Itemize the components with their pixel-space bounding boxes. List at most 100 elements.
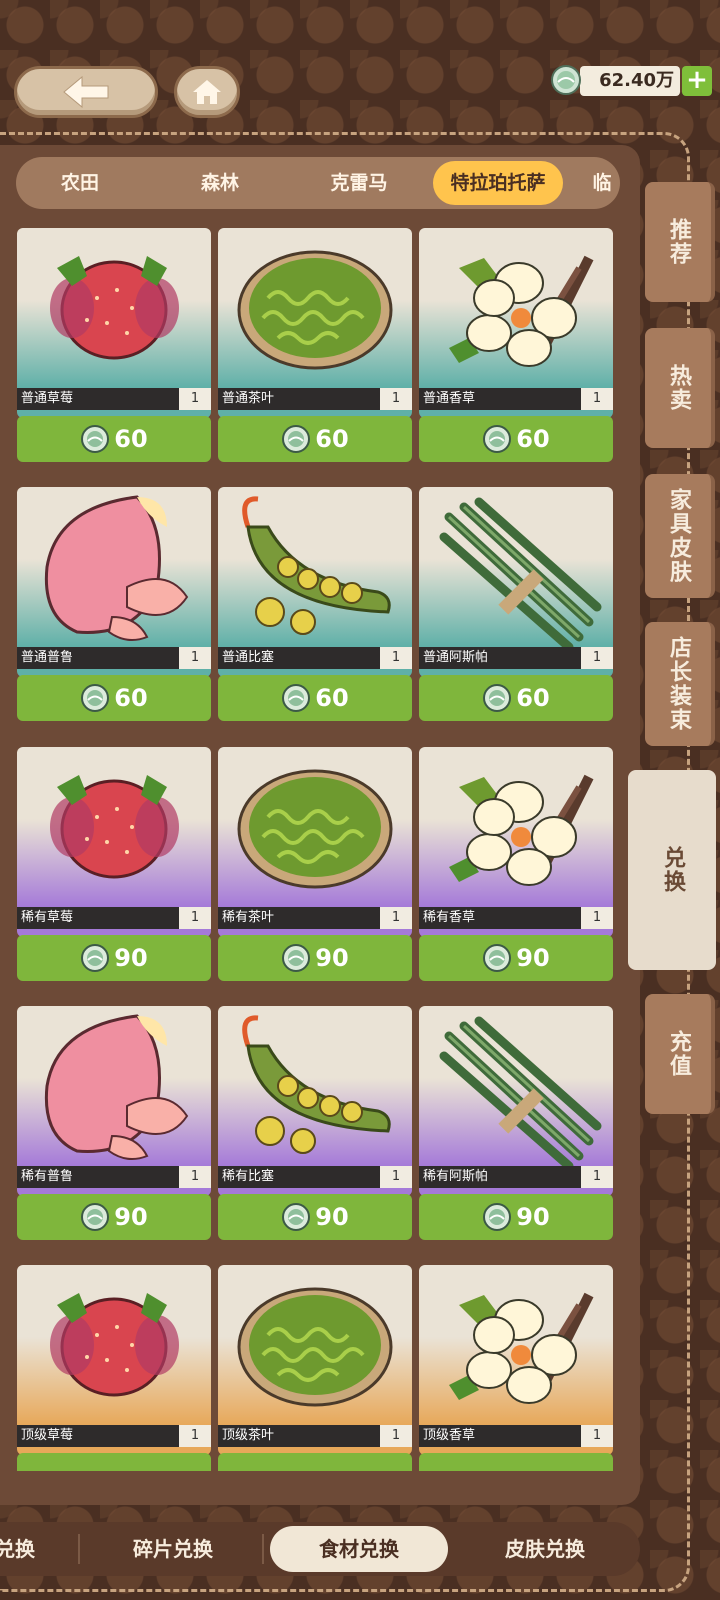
item-card[interactable]: 顶级香草 1 xyxy=(419,1265,613,1455)
gem-coin-icon xyxy=(483,425,512,453)
price-button[interactable]: 60 xyxy=(218,416,412,462)
item-card[interactable]: 普通普鲁 1 xyxy=(17,487,211,677)
bottom-tab-2[interactable]: 食材兑换 xyxy=(270,1526,448,1572)
item-art xyxy=(419,1265,613,1425)
price-button[interactable]: 60 xyxy=(17,675,211,721)
price-button[interactable]: 60 xyxy=(218,675,412,721)
tea-leaves-icon xyxy=(237,769,393,889)
gem-coin-icon xyxy=(551,65,581,95)
item-art xyxy=(218,228,412,388)
price-button[interactable]: 90 xyxy=(419,1194,613,1240)
item-art xyxy=(419,487,613,647)
back-button[interactable] xyxy=(14,66,158,118)
gem-coin-icon xyxy=(483,684,512,712)
price-button[interactable]: 90 xyxy=(17,1194,211,1240)
item-art xyxy=(218,747,412,907)
item-name: 稀有草莓 xyxy=(17,907,179,929)
item-card[interactable]: 普通香草 1 xyxy=(419,228,613,418)
side-tab-4[interactable]: 兑换 xyxy=(628,770,716,970)
side-tab-5[interactable]: 充值 xyxy=(645,994,715,1114)
item-name: 普通比塞 xyxy=(218,647,380,669)
item-name: 稀有比塞 xyxy=(218,1166,380,1188)
bottom-tab-separator xyxy=(262,1534,264,1564)
price-value: 60 xyxy=(315,684,349,712)
item-card[interactable]: 稀有比塞 1 xyxy=(218,1006,412,1196)
price-value: 90 xyxy=(516,1203,550,1231)
item-card[interactable]: 顶级草莓 1 xyxy=(17,1265,211,1455)
item-card[interactable]: 稀有茶叶 1 xyxy=(218,747,412,937)
gem-coin-icon xyxy=(81,684,110,712)
side-tab-2[interactable]: 家具皮肤 xyxy=(645,474,715,598)
item-quantity: 1 xyxy=(179,907,211,929)
price-button[interactable]: 90 xyxy=(218,1194,412,1240)
item-name: 稀有阿斯帕 xyxy=(419,1166,581,1188)
item-card[interactable]: 普通比塞 1 xyxy=(218,487,412,677)
item-card[interactable]: 普通茶叶 1 xyxy=(218,228,412,418)
item-card[interactable]: 顶级茶叶 1 xyxy=(218,1265,412,1455)
item-art xyxy=(17,228,211,388)
item-art xyxy=(17,1265,211,1425)
bottom-tab-1[interactable]: 碎片兑换 xyxy=(98,1526,248,1572)
back-arrow-icon xyxy=(63,75,109,109)
price-value: 60 xyxy=(516,684,550,712)
tab-region-0[interactable]: 农田 xyxy=(30,161,130,205)
price-button[interactable]: 60 xyxy=(419,675,613,721)
item-card[interactable]: 稀有草莓 1 xyxy=(17,747,211,937)
item-art xyxy=(17,747,211,907)
gem-coin-icon xyxy=(483,1203,512,1231)
item-quantity: 1 xyxy=(380,907,412,929)
price-button[interactable] xyxy=(218,1453,412,1471)
tab-region-1[interactable]: 森林 xyxy=(160,161,280,205)
item-art xyxy=(17,1006,211,1166)
item-art xyxy=(218,1265,412,1425)
tab-region-4[interactable]: 临 xyxy=(582,161,620,205)
item-card[interactable]: 稀有普鲁 1 xyxy=(17,1006,211,1196)
item-name: 顶级草莓 xyxy=(17,1425,179,1447)
price-button[interactable]: 60 xyxy=(17,416,211,462)
tab-region-2[interactable]: 克雷马 xyxy=(304,161,414,205)
price-button[interactable]: 90 xyxy=(419,935,613,981)
item-quantity: 1 xyxy=(581,388,613,410)
item-quantity: 1 xyxy=(581,1425,613,1447)
price-button[interactable]: 60 xyxy=(419,416,613,462)
price-button[interactable] xyxy=(17,1453,211,1471)
price-button[interactable]: 90 xyxy=(218,935,412,981)
item-quantity: 1 xyxy=(581,1166,613,1188)
price-value: 90 xyxy=(315,1203,349,1231)
currency-display: 62.40万 + xyxy=(550,64,714,98)
price-button[interactable] xyxy=(419,1453,613,1471)
item-name: 普通草莓 xyxy=(17,388,179,410)
item-card[interactable]: 稀有香草 1 xyxy=(419,747,613,937)
item-quantity: 1 xyxy=(179,388,211,410)
side-tab-0[interactable]: 推荐 xyxy=(645,182,715,302)
item-name: 稀有香草 xyxy=(419,907,581,929)
bottom-tab-0[interactable]: 兑换 xyxy=(0,1526,50,1572)
item-quantity: 1 xyxy=(179,1166,211,1188)
item-card[interactable]: 普通草莓 1 xyxy=(17,228,211,418)
item-art xyxy=(419,228,613,388)
item-quantity: 1 xyxy=(179,647,211,669)
bottom-tab-3[interactable]: 皮肤兑换 xyxy=(465,1526,625,1572)
price-value: 90 xyxy=(516,944,550,972)
item-card[interactable]: 普通阿斯帕 1 xyxy=(419,487,613,677)
price-value: 60 xyxy=(114,425,148,453)
add-currency-button[interactable]: + xyxy=(682,66,712,96)
gem-coin-icon xyxy=(483,944,512,972)
home-icon xyxy=(193,80,221,104)
side-tab-1[interactable]: 热卖 xyxy=(645,328,715,448)
item-art xyxy=(218,1006,412,1166)
price-value: 90 xyxy=(114,1203,148,1231)
item-card[interactable]: 稀有阿斯帕 1 xyxy=(419,1006,613,1196)
item-art xyxy=(419,1006,613,1166)
item-name: 顶级茶叶 xyxy=(218,1425,380,1447)
item-name: 普通茶叶 xyxy=(218,388,380,410)
tab-region-3[interactable]: 特拉珀托萨 xyxy=(433,161,563,205)
gem-coin-icon xyxy=(282,944,311,972)
home-button[interactable] xyxy=(174,66,240,118)
item-quantity: 1 xyxy=(380,1166,412,1188)
bottom-tabs: 兑换 碎片兑换 食材兑换 皮肤兑换 xyxy=(0,1522,640,1576)
top-bar: 62.40万 + xyxy=(0,0,720,130)
side-tab-3[interactable]: 店长装束 xyxy=(645,622,715,746)
price-button[interactable]: 90 xyxy=(17,935,211,981)
item-name: 顶级香草 xyxy=(419,1425,581,1447)
